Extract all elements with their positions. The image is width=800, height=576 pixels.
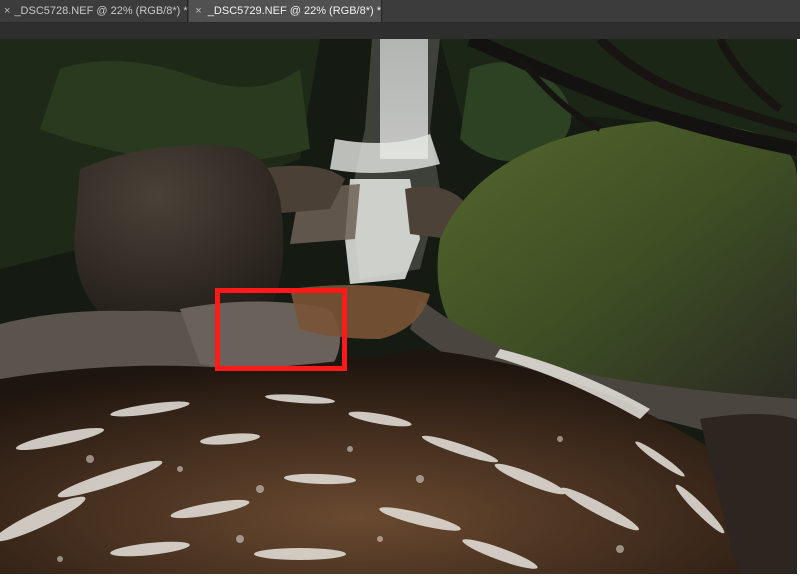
tab-dsc5729-active[interactable]: × _DSC5729.NEF @ 22% (RGB/8*) * bbox=[189, 0, 382, 22]
image-canvas[interactable] bbox=[0, 39, 797, 574]
close-tab-icon[interactable]: × bbox=[193, 5, 204, 17]
canvas-top-margin bbox=[0, 23, 800, 39]
tab-label: _DSC5729.NEF @ 22% (RGB/8*) * bbox=[207, 5, 381, 17]
document-tab-bar: × _DSC5728.NEF @ 22% (RGB/8*) * × _DSC57… bbox=[0, 0, 800, 23]
photo bbox=[0, 39, 797, 574]
tab-label: _DSC5728.NEF @ 22% (RGB/8*) * bbox=[14, 5, 188, 17]
close-tab-icon[interactable]: × bbox=[4, 5, 10, 17]
tab-dsc5728[interactable]: × _DSC5728.NEF @ 22% (RGB/8*) * bbox=[0, 0, 188, 22]
photo-editor-window: × _DSC5728.NEF @ 22% (RGB/8*) * × _DSC57… bbox=[0, 0, 800, 576]
red-selection-rectangle bbox=[215, 288, 347, 371]
